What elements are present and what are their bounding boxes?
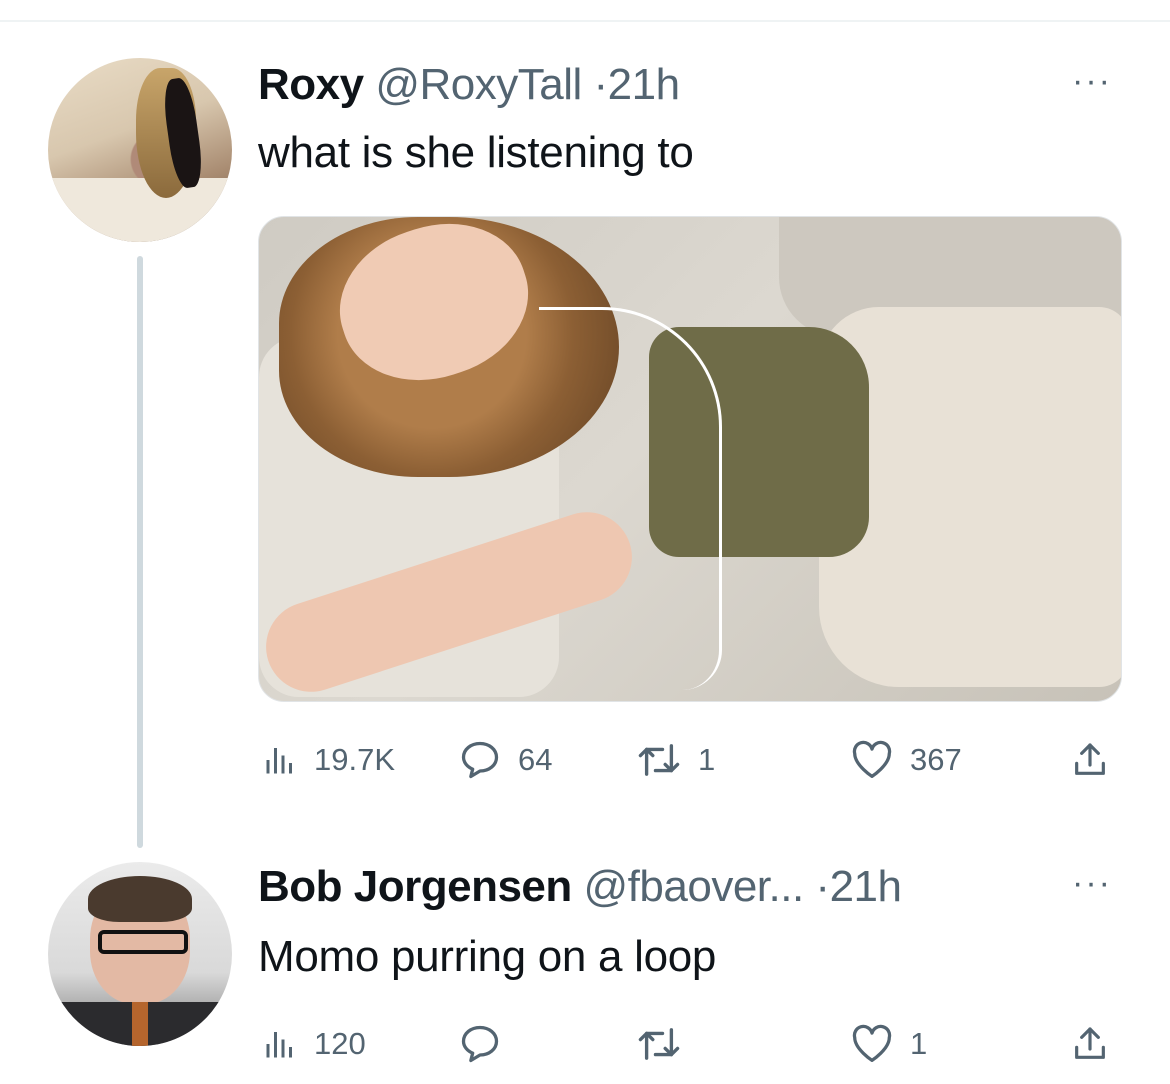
retweet-button[interactable] <box>636 1024 698 1064</box>
like-button[interactable]: 1 <box>850 1024 927 1064</box>
thread-line <box>137 256 143 848</box>
reply-button[interactable] <box>458 1024 518 1064</box>
share-button[interactable] <box>1070 740 1110 780</box>
tweet-header: Roxy @RoxyTall ·21h <box>258 60 680 110</box>
separator: · <box>593 60 609 109</box>
avatar-bob[interactable] <box>48 862 232 1046</box>
more-ellipsis-icon[interactable]: ··· <box>1072 62 1112 101</box>
separator: · <box>815 862 830 911</box>
heart-icon <box>852 740 892 778</box>
retweet-icon <box>638 744 680 776</box>
speech-bubble-icon <box>461 1025 499 1063</box>
tweet-text: Momo purring on a loop <box>258 932 717 981</box>
tweet-media-photo[interactable] <box>258 216 1122 702</box>
timestamp[interactable]: 21h <box>830 862 902 911</box>
views-button[interactable]: 19.7K <box>262 740 395 780</box>
like-button[interactable]: 367 <box>850 740 962 780</box>
tweet-text: what is she listening to <box>258 128 694 177</box>
views-button[interactable]: 120 <box>262 1024 366 1064</box>
speech-bubble-icon <box>461 741 499 779</box>
avatar-roxy[interactable] <box>48 58 232 242</box>
bar-chart-icon <box>266 1032 292 1058</box>
timestamp[interactable]: 21h <box>608 60 680 109</box>
bar-chart-icon <box>266 748 292 774</box>
top-divider <box>0 20 1170 22</box>
like-count: 367 <box>910 742 962 777</box>
reply-count: 64 <box>518 742 553 777</box>
share-icon <box>1075 743 1105 775</box>
display-name[interactable]: Bob Jorgensen <box>258 862 572 911</box>
share-button[interactable] <box>1070 1024 1110 1064</box>
display-name[interactable]: Roxy <box>258 60 364 109</box>
share-icon <box>1075 1027 1105 1059</box>
views-count: 120 <box>314 1026 366 1061</box>
tweet-header: Bob Jorgensen @fbaover... ·21h <box>258 862 902 912</box>
reply-button[interactable]: 64 <box>458 740 552 780</box>
views-count: 19.7K <box>314 742 396 777</box>
handle[interactable]: @RoxyTall <box>375 60 582 109</box>
handle[interactable]: @fbaover... <box>584 862 805 911</box>
like-count: 1 <box>910 1026 928 1061</box>
retweet-button[interactable]: 1 <box>636 740 715 780</box>
retweet-count: 1 <box>698 742 716 777</box>
action-bar: 120 1 <box>262 1024 1122 1064</box>
heart-icon <box>852 1024 892 1062</box>
retweet-icon <box>638 1028 680 1060</box>
more-ellipsis-icon[interactable]: ··· <box>1072 864 1112 903</box>
action-bar: 19.7K 64 1 367 <box>262 740 1122 780</box>
